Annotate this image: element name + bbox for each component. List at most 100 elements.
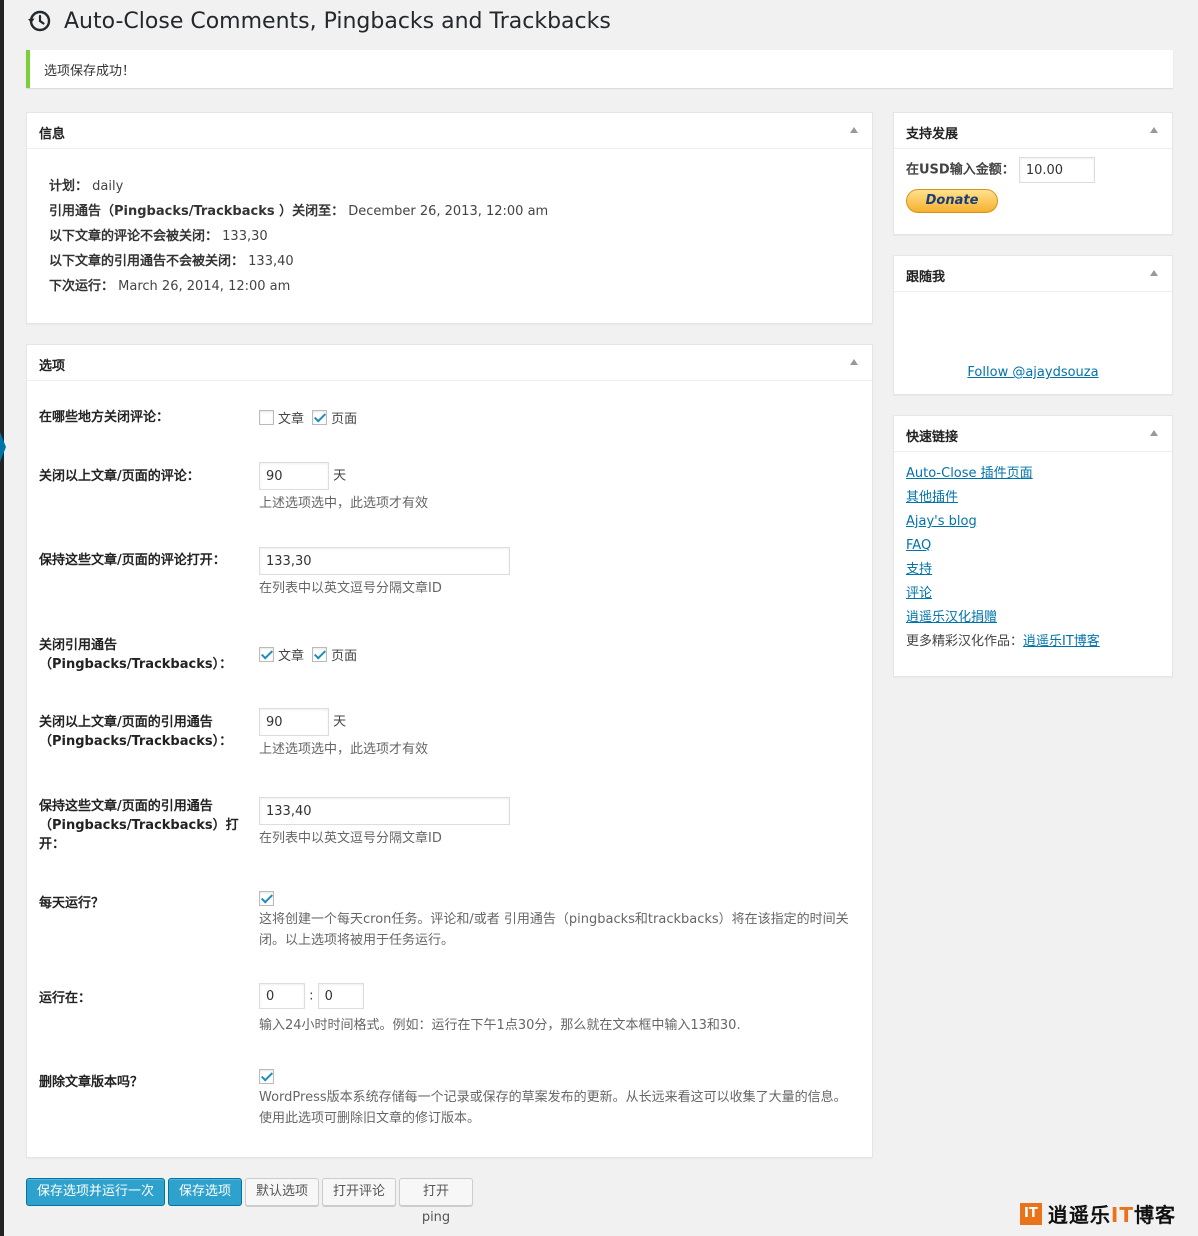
close-comments-post-checkbox[interactable]: [259, 410, 274, 425]
triangle-up-icon[interactable]: [1150, 270, 1158, 276]
options-box: 选项 在哪些地方关闭评论： 文章 页面 关闭以上文章/页面的评论： 天 上述选项…: [26, 344, 873, 1158]
run-at-label: 运行在：: [39, 991, 92, 1006]
close-pings-after-days-input[interactable]: [259, 708, 329, 736]
daily-label: 每天运行？: [39, 896, 105, 911]
triangle-up-icon[interactable]: [1150, 430, 1158, 436]
watermark-text: 逍遥乐IT博客: [1048, 1199, 1176, 1228]
page-title: Auto-Close Comments, Pingbacks and Track…: [64, 8, 611, 34]
link-ajay-blog[interactable]: Ajay's blog: [906, 510, 1160, 534]
info-box-title: 信息: [39, 127, 66, 142]
post-checkbox-label: 文章: [278, 649, 305, 664]
donate-button[interactable]: Donate: [906, 189, 998, 213]
days-unit: 天: [333, 714, 347, 730]
watermark-text-a: 逍遥乐: [1047, 1203, 1111, 1227]
triangle-up-icon[interactable]: [1150, 127, 1158, 133]
keep-open-label: 保持这些文章/页面的评论打开：: [39, 553, 226, 568]
success-notice: 选项保存成功！: [26, 50, 1173, 88]
daily-checkbox[interactable]: [259, 891, 274, 906]
info-row: 下次运行： March 26, 2014, 12:00 am: [49, 274, 850, 299]
info-value: March 26, 2014, 12:00 am: [118, 279, 291, 294]
info-label: 计划：: [49, 179, 89, 194]
info-row: 引用通告（Pingbacks/Trackbacks ）关闭至： December…: [49, 199, 850, 224]
daily-desc: 这将创建一个每天cron任务。评论和/或者 引用通告（pingbacks和tra…: [259, 912, 849, 948]
keep-pings-open-desc: 在列表中以英文逗号分隔文章ID: [259, 831, 442, 846]
info-value: 133,40: [248, 254, 294, 269]
info-value: December 26, 2013, 12:00 am: [348, 204, 549, 219]
delete-revisions-label: 删除文章版本吗？: [39, 1075, 144, 1090]
run-at-hour-input[interactable]: [259, 983, 305, 1009]
more-works-label: 更多精彩汉化作品：: [906, 634, 1024, 649]
watermark-text-b: 博客: [1134, 1203, 1176, 1227]
notice-text: 选项保存成功！: [44, 64, 136, 79]
keep-open-desc: 在列表中以英文逗号分隔文章ID: [259, 581, 442, 596]
close-after-desc: 上述选项选中，此选项才有效: [259, 496, 429, 511]
link-donate-translation[interactable]: 逍遥乐汉化捐赠: [906, 606, 1160, 630]
watermark-text-it: IT: [1110, 1203, 1134, 1227]
save-button[interactable]: 保存选项: [168, 1178, 242, 1206]
options-box-title: 选项: [39, 359, 66, 374]
info-value: 133,30: [222, 229, 268, 244]
info-box-header[interactable]: 信息: [27, 113, 872, 149]
watermark-logo-icon: IT: [1019, 1202, 1042, 1225]
amount-input[interactable]: [1018, 157, 1095, 183]
close-pings-page-checkbox[interactable]: [312, 647, 328, 662]
options-box-header[interactable]: 选项: [27, 345, 872, 381]
close-pings-after-desc: 上述选项选中，此选项才有效: [259, 742, 429, 757]
watermark: IT 逍遥乐IT博客: [1019, 1199, 1176, 1228]
quick-links-title: 快速链接: [906, 430, 959, 445]
info-label: 以下文章的引用通告不会被关闭：: [49, 254, 245, 269]
page-header: Auto-Close Comments, Pingbacks and Track…: [26, 8, 611, 34]
admin-menu-edge: [0, 0, 4, 1236]
support-box: 支持发展 在USD输入金额： Donate: [893, 112, 1173, 235]
link-support[interactable]: 支持: [906, 558, 1160, 582]
support-box-title: 支持发展: [906, 127, 959, 142]
close-after-label: 关闭以上文章/页面的评论：: [39, 469, 200, 484]
close-pings-after-label: 关闭以上文章/页面的引用通告（Pingbacks/Trackbacks）：: [39, 715, 233, 749]
page-checkbox-label: 页面: [331, 412, 358, 427]
keep-pings-open-ids-input[interactable]: [259, 797, 510, 825]
delete-revisions-checkbox[interactable]: [259, 1069, 274, 1084]
info-label: 下次运行：: [49, 279, 115, 294]
run-at-minute-input[interactable]: [317, 983, 364, 1009]
link-plugin-page[interactable]: Auto-Close 插件页面: [906, 462, 1160, 486]
open-pings-button[interactable]: 打开ping: [399, 1178, 473, 1225]
info-label: 以下文章的评论不会被关闭：: [49, 229, 219, 244]
post-checkbox-label: 文章: [278, 412, 305, 427]
save-and-run-button[interactable]: 保存选项并运行一次: [26, 1178, 165, 1206]
run-at-desc: 输入24小时时间格式。例如：运行在下午1点30分，那么就在文本框中输入13和30…: [259, 1018, 741, 1033]
close-where-label: 在哪些地方关闭评论：: [39, 410, 170, 425]
keep-open-ids-input[interactable]: [259, 547, 510, 575]
info-row: 计划： daily: [49, 174, 850, 199]
link-faq[interactable]: FAQ: [906, 534, 1160, 558]
follow-box: 跟随我 Follow @ajaydsouza: [893, 255, 1173, 395]
follow-box-header[interactable]: 跟随我: [894, 256, 1172, 292]
page-checkbox-label: 页面: [331, 649, 358, 664]
close-pings-label: 关闭引用通告（Pingbacks/Trackbacks）：: [39, 638, 233, 672]
quick-links-header[interactable]: 快速链接: [894, 416, 1172, 452]
open-comments-button[interactable]: 打开评论: [322, 1178, 396, 1206]
time-separator: :: [309, 988, 314, 1004]
quick-links-box: 快速链接 Auto-Close 插件页面 其他插件 Ajay's blog FA…: [893, 415, 1173, 677]
more-works: 更多精彩汉化作品：逍遥乐IT博客: [906, 630, 1160, 654]
defaults-button[interactable]: 默认选项: [245, 1178, 319, 1206]
link-reviews[interactable]: 评论: [906, 582, 1160, 606]
follow-box-title: 跟随我: [906, 270, 946, 285]
info-row: 以下文章的评论不会被关闭： 133,30: [49, 224, 850, 249]
info-value: daily: [92, 179, 124, 194]
days-unit: 天: [333, 468, 347, 484]
keep-pings-open-label: 保持这些文章/页面的引用通告（Pingbacks/Trackbacks）打开：: [39, 799, 239, 852]
info-box: 信息 计划： daily 引用通告（Pingbacks/Trackbacks ）…: [26, 112, 873, 324]
history-clock-icon: [28, 10, 51, 32]
close-after-days-input[interactable]: [259, 462, 329, 490]
info-row: 以下文章的引用通告不会被关闭： 133,40: [49, 249, 850, 274]
link-xiaoyaole-blog[interactable]: 逍遥乐IT博客: [1023, 634, 1100, 649]
amount-label: 在USD输入金额：: [906, 162, 1015, 178]
delete-revisions-desc: WordPress版本系统存储每一个记录或保存的草案发布的更新。从长远来看这可以…: [259, 1090, 847, 1126]
follow-twitter-link[interactable]: Follow @ajaydsouza: [967, 365, 1098, 380]
triangle-up-icon[interactable]: [850, 359, 858, 365]
close-pings-post-checkbox[interactable]: [259, 647, 274, 662]
link-other-plugins[interactable]: 其他插件: [906, 486, 1160, 510]
close-comments-page-checkbox[interactable]: [312, 410, 328, 425]
triangle-up-icon[interactable]: [850, 127, 858, 133]
support-box-header[interactable]: 支持发展: [894, 113, 1172, 149]
